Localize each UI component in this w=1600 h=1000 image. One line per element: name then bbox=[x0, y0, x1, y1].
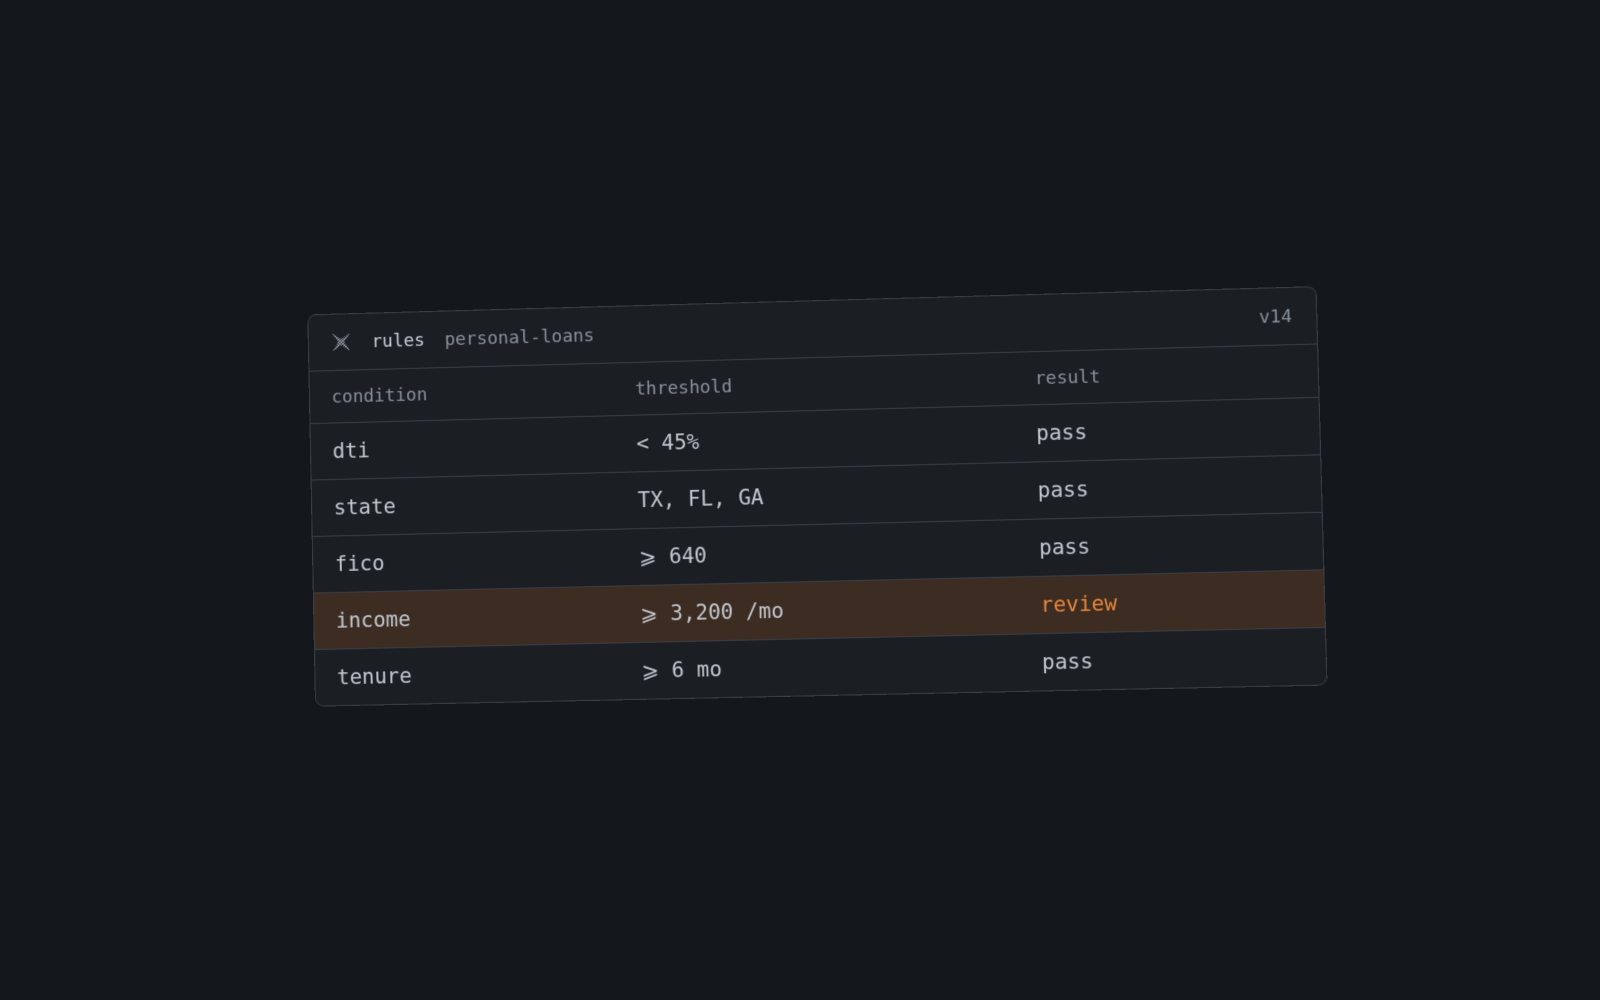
threshold-cell: ⩾ 3,200 /mo bbox=[640, 593, 1041, 626]
rules-card: rules personal-loans v14 condition thres… bbox=[307, 286, 1327, 707]
threshold-cell: TX, FL, GA bbox=[637, 478, 1037, 512]
app-name: rules bbox=[371, 329, 425, 351]
column-header-result: result bbox=[1034, 360, 1318, 389]
condition-cell: tenure bbox=[315, 659, 642, 690]
version-badge: v14 bbox=[1259, 306, 1293, 328]
condition-cell: income bbox=[314, 602, 640, 633]
threshold-cell: ⩾ 640 bbox=[639, 536, 1040, 569]
column-header-threshold: threshold bbox=[635, 368, 1035, 400]
threshold-cell: ⩾ 6 mo bbox=[641, 650, 1042, 683]
ruleset-name[interactable]: personal-loans bbox=[444, 325, 594, 350]
condition-cell: state bbox=[312, 488, 638, 520]
crosshatch-logo-icon bbox=[330, 331, 352, 353]
result-cell-review: review bbox=[1040, 586, 1324, 617]
result-cell: pass bbox=[1037, 471, 1321, 502]
result-cell: pass bbox=[1039, 529, 1323, 560]
threshold-cell: < 45% bbox=[636, 421, 1036, 455]
condition-cell: fico bbox=[313, 545, 639, 577]
column-header-condition: condition bbox=[310, 378, 636, 407]
result-cell: pass bbox=[1042, 644, 1326, 674]
condition-cell: dti bbox=[311, 432, 637, 464]
canvas: rules personal-loans v14 condition thres… bbox=[0, 0, 1600, 1000]
result-cell: pass bbox=[1036, 414, 1320, 445]
